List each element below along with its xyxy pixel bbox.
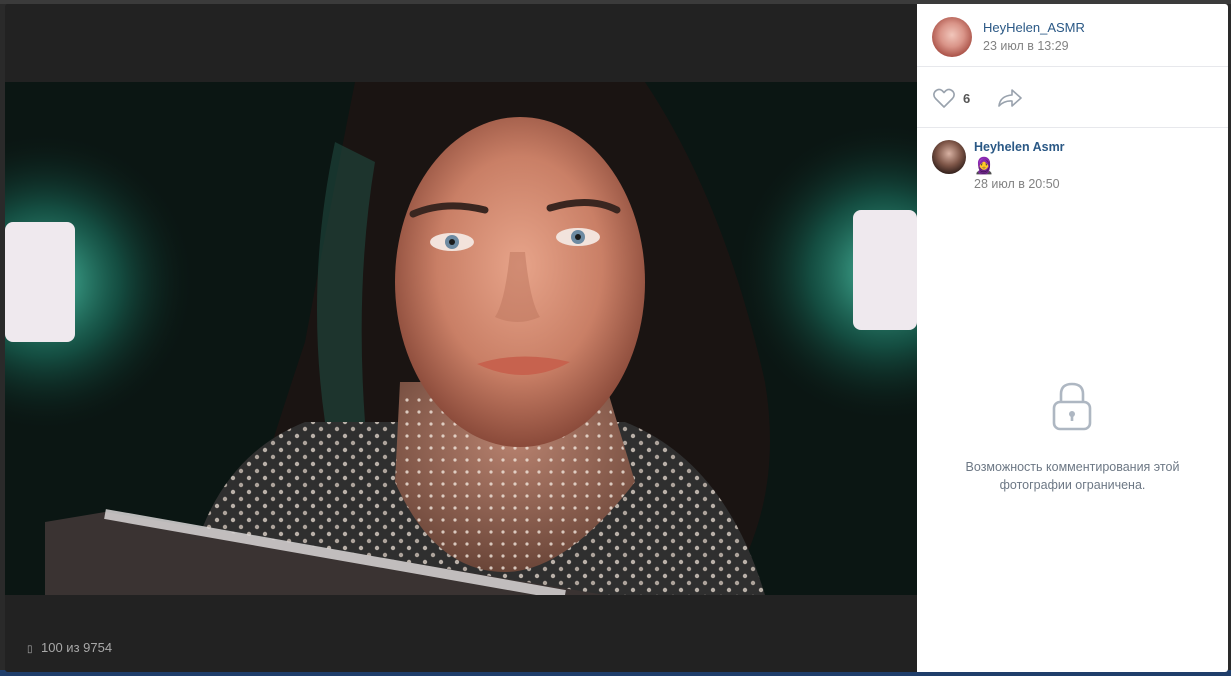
photo-area: ▯ 100 из 9754 xyxy=(5,4,917,672)
photo[interactable] xyxy=(5,82,917,595)
photo-counter: ▯ 100 из 9754 xyxy=(27,640,112,655)
share-button[interactable] xyxy=(997,87,1023,114)
like-count: 6 xyxy=(963,90,971,106)
photo-counter-text: 100 из 9754 xyxy=(41,640,113,655)
photo-icon: ▯ xyxy=(27,644,33,655)
commenter-name[interactable]: Heyhelen Asmr xyxy=(974,140,1065,154)
author-name[interactable]: HeyHelen_ASMR xyxy=(983,20,1085,35)
post-actions: 6 xyxy=(917,67,1228,128)
commenter-avatar[interactable] xyxy=(932,140,966,174)
heart-icon xyxy=(933,88,955,108)
comment-emoji: 🧕 xyxy=(974,158,994,175)
author-avatar[interactable] xyxy=(932,17,972,57)
comment-item: Heyhelen Asmr 🧕 28 июл в 20:50 xyxy=(917,128,1228,208)
lock-icon xyxy=(1052,382,1092,431)
photo-image xyxy=(5,82,917,595)
like-button[interactable]: 6 xyxy=(932,87,970,109)
post-date[interactable]: 23 июл в 13:29 xyxy=(983,39,1069,53)
comments-locked-text: Возможность комментирования этой фотогра… xyxy=(965,460,1180,492)
side-panel: HeyHelen_ASMR 23 июл в 13:29 6 Heyhelen … xyxy=(917,4,1228,672)
comment-date[interactable]: 28 июл в 20:50 xyxy=(974,177,1060,191)
post-header: HeyHelen_ASMR 23 июл в 13:29 xyxy=(917,4,1228,67)
photo-viewer: ▯ 100 из 9754 HeyHelen_ASMR 23 июл в 13:2… xyxy=(5,4,1228,672)
share-arrow-icon xyxy=(998,89,1022,107)
